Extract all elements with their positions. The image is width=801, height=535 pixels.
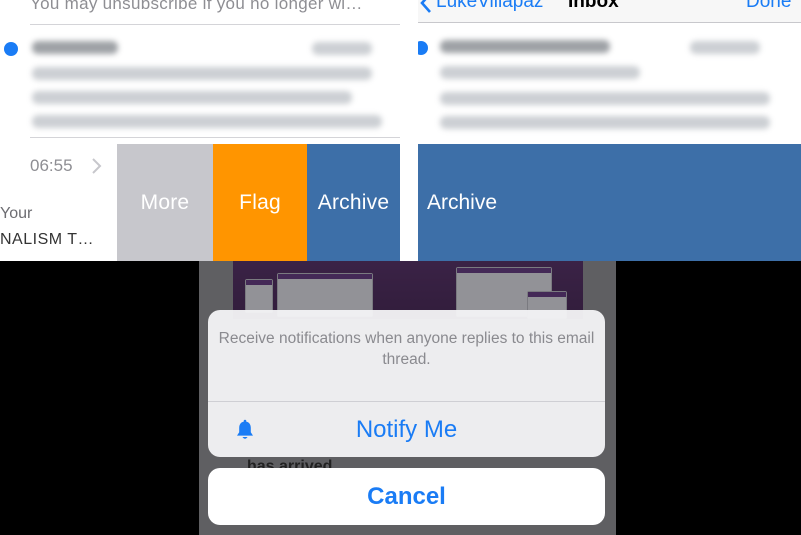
mail-row-blurred[interactable] bbox=[418, 24, 801, 136]
chevron-right-icon bbox=[92, 158, 102, 174]
mail-row-blurred[interactable] bbox=[0, 25, 400, 137]
bell-icon bbox=[237, 419, 253, 439]
unread-dot-icon bbox=[4, 42, 18, 56]
mail-time: 06:55 bbox=[30, 156, 73, 175]
mail-list-right: LukeVillapaz Inbox Done Archive bbox=[418, 0, 801, 261]
back-button[interactable]: LukeVillapaz bbox=[436, 0, 543, 13]
blurred-time bbox=[312, 42, 372, 55]
nav-title: Inbox bbox=[568, 0, 619, 12]
blurred-preview-2 bbox=[440, 116, 770, 129]
mail-snippet-line-1: Your bbox=[0, 205, 33, 222]
panel-divider bbox=[400, 0, 418, 261]
notify-me-button[interactable]: Notify Me bbox=[208, 402, 605, 457]
blurred-preview-1 bbox=[32, 91, 352, 104]
unread-dot-icon bbox=[418, 41, 428, 55]
blurred-subject bbox=[440, 66, 640, 79]
cancel-label: Cancel bbox=[367, 482, 446, 510]
back-chevron-icon[interactable] bbox=[418, 0, 434, 14]
navigation-bar: LukeVillapaz Inbox Done bbox=[418, 0, 801, 23]
archive-button[interactable]: Archive bbox=[307, 144, 400, 261]
mail-list-left: You may unsubscribe if you no longer wi…… bbox=[0, 0, 400, 261]
action-sheet-screen: has arrived Receive notifications when a… bbox=[199, 261, 616, 535]
more-button[interactable]: More bbox=[117, 144, 213, 261]
flag-button[interactable]: Flag bbox=[213, 144, 307, 261]
action-sheet-message: Receive notifications when anyone replie… bbox=[218, 330, 595, 368]
screenshot-collage: You may unsubscribe if you no longer wi…… bbox=[0, 0, 801, 535]
cancel-button[interactable]: Cancel bbox=[208, 468, 605, 525]
archive-full-swipe-button[interactable]: Archive bbox=[418, 144, 801, 261]
notify-me-label: Notify Me bbox=[355, 415, 458, 443]
blurred-sender bbox=[440, 40, 610, 53]
mail-snippet-line-2: NALISM T… bbox=[0, 231, 94, 248]
row-divider bbox=[30, 137, 400, 138]
blurred-sender bbox=[32, 41, 118, 54]
blurred-subject bbox=[32, 67, 372, 80]
blurred-time bbox=[690, 41, 760, 54]
blurred-preview-2 bbox=[32, 115, 382, 128]
unsubscribe-preview-text: You may unsubscribe if you no longer wi… bbox=[30, 0, 363, 13]
notify-action-sheet: Receive notifications when anyone replie… bbox=[208, 310, 605, 457]
done-button[interactable]: Done bbox=[746, 0, 791, 13]
blurred-preview-1 bbox=[440, 92, 770, 105]
